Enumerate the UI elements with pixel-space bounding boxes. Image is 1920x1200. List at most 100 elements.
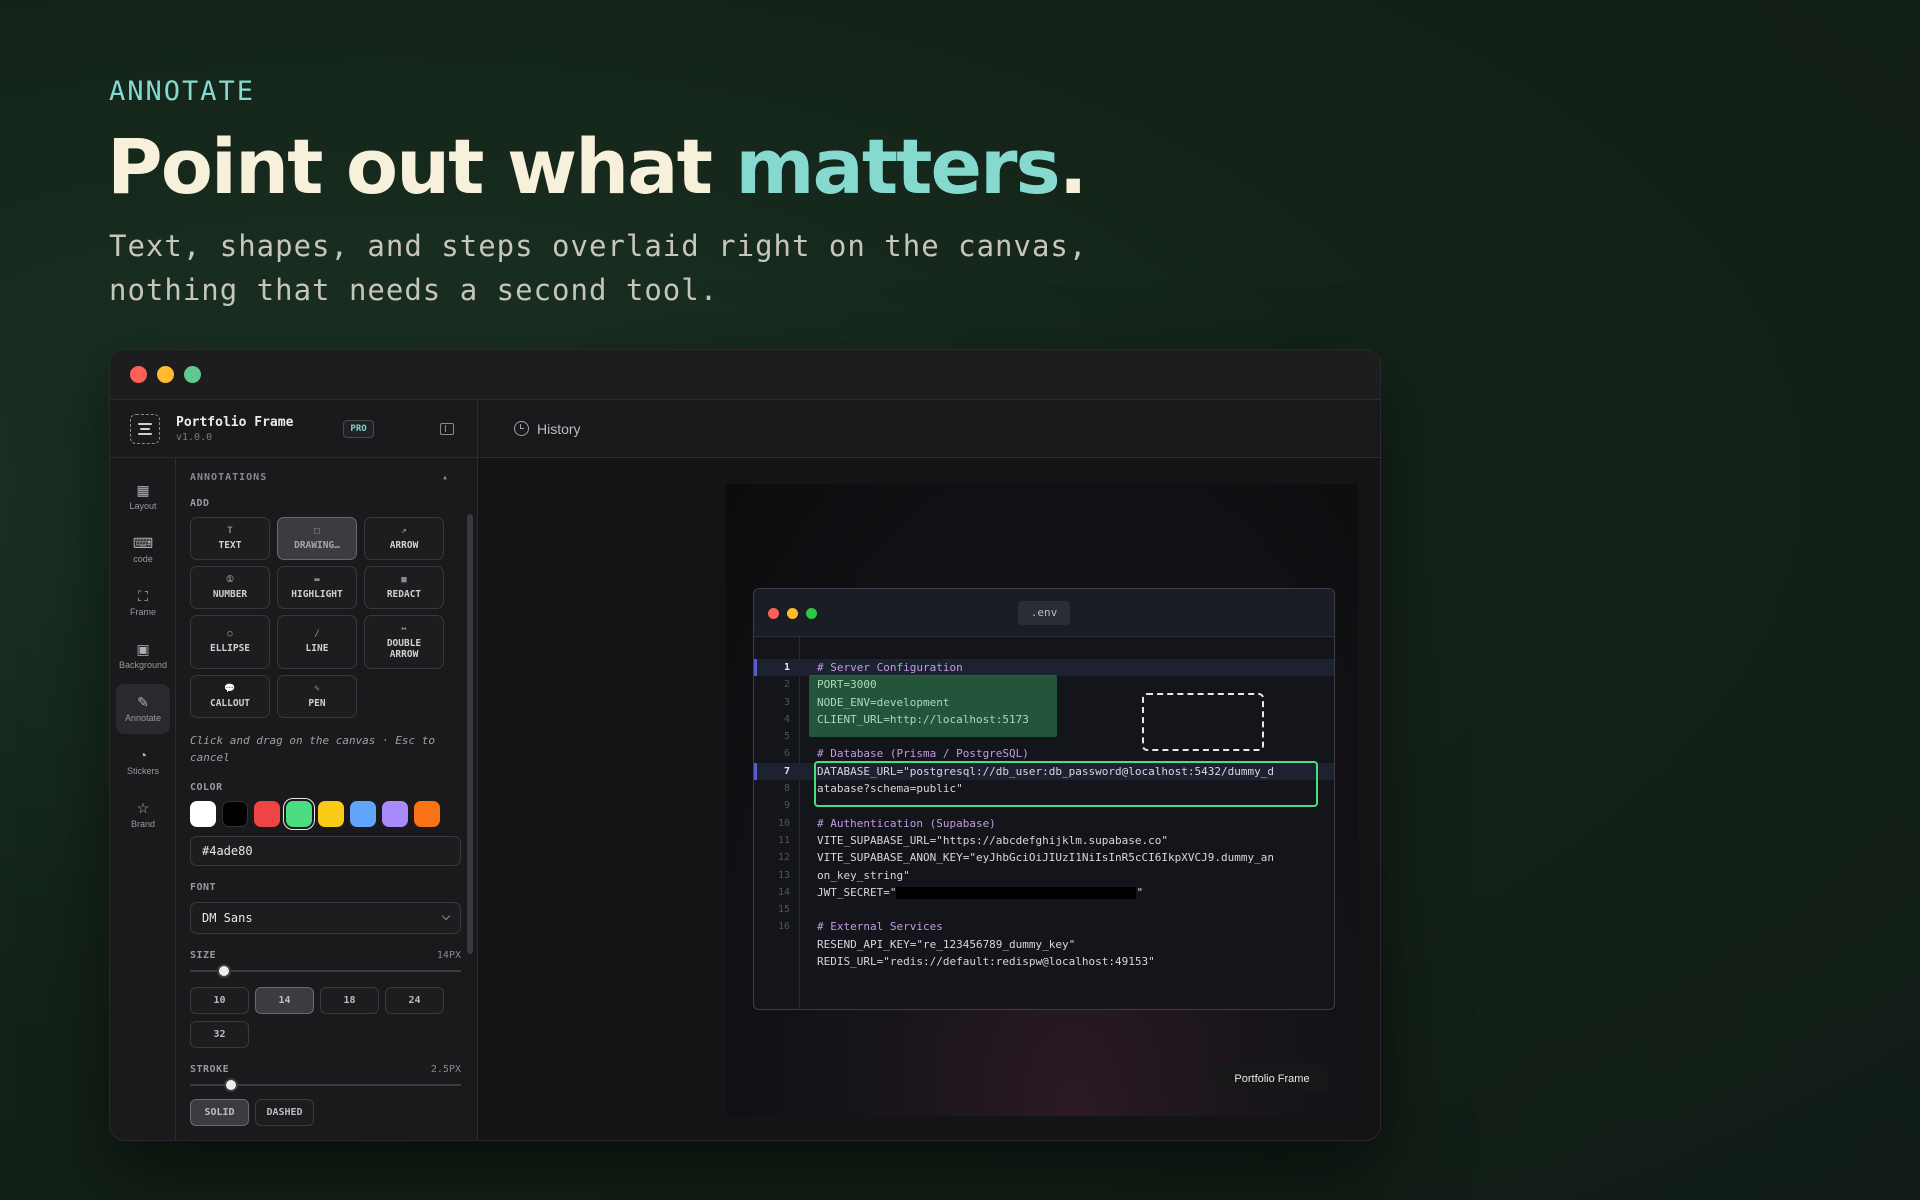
close-window-button[interactable] (130, 366, 147, 383)
size-option-10[interactable]: 10 (190, 987, 249, 1014)
app-name: Portfolio Frame (176, 414, 294, 430)
size-option-32[interactable]: 32 (190, 1021, 249, 1048)
sidebar: Portfolio Frame v1.0.0 PRO ▦ Layout ⌨ code ⛶… (110, 400, 478, 1140)
stroke-dashed-option[interactable]: DASHED (255, 1099, 314, 1126)
code-text: REDIS_URL="redis://default:redispw@local… (817, 953, 1155, 970)
history-button[interactable]: History (537, 421, 581, 437)
annotations-section-header[interactable]: ANNOTATIONS ▴ (190, 472, 461, 483)
rail-item-frame[interactable]: ⛶ Frame (116, 578, 170, 628)
dashed-rectangle-annotation[interactable] (1142, 693, 1264, 751)
tool-label: LINE (305, 643, 329, 654)
hint-text: Click and drag on the canvas · Esc to ca… (190, 734, 436, 764)
size-slider-handle[interactable] (217, 964, 231, 978)
stroke-slider-handle[interactable] (224, 1078, 238, 1092)
file-name-tab: .env (1018, 601, 1070, 625)
rail-item-layout[interactable]: ▦ Layout (116, 472, 170, 522)
tool-highlight[interactable]: ▬ HIGHLIGHT (277, 566, 357, 609)
line-number: 10 (777, 817, 790, 829)
color-swatch[interactable] (286, 801, 312, 827)
color-swatch[interactable] (414, 801, 440, 827)
canvas[interactable]: .env 1 # Server Configuration 2 PORT=3000 3 N… (726, 484, 1358, 1116)
rail-item-annotate[interactable]: ✎ Annotate (116, 684, 170, 734)
size-option-24[interactable]: 24 (385, 987, 444, 1014)
stroke-slider[interactable] (190, 1077, 461, 1093)
rectangle-annotation[interactable] (814, 761, 1318, 807)
tool-label: TEXT (218, 539, 242, 551)
rail-item-brand[interactable]: ☆ Brand (116, 790, 170, 840)
tool-pen[interactable]: ✎ PEN (277, 675, 357, 718)
tool-redact[interactable]: ■ REDACT (364, 566, 444, 609)
code-text-content: # Database (Prisma / PostgreSQL) (817, 747, 1029, 761)
color-swatch[interactable] (382, 801, 408, 827)
tool-grid: T TEXT □ DRAWING… ↗ ARROW ① NUMBER ▬ HIGHLIGHT ■ RE… (190, 517, 461, 718)
rail-item-code[interactable]: ⌨ code (116, 525, 170, 575)
tool-double-arrow[interactable]: ↔ DOUBLE ARROW (364, 615, 444, 669)
code-text-content: # Server Configuration (817, 661, 963, 674)
tool-line[interactable]: / LINE (277, 615, 357, 669)
stroke-solid-option[interactable]: SOLID (190, 1099, 249, 1126)
code-text-content: on_key_string" (817, 868, 910, 882)
tool-label: DOUBLE ARROW (386, 637, 422, 660)
code-text: # Authentication (Supabase) (817, 815, 996, 832)
code-text: VITE_SUPABASE_URL="https://abcdefghijklm… (817, 832, 1168, 849)
tool-icon: ■ (401, 574, 407, 585)
code-text: JWT_SECRET=" " (817, 884, 1143, 901)
rail-item-background[interactable]: ▣ Background (116, 631, 170, 681)
zoom-window-button[interactable] (184, 366, 201, 383)
color-label: COLOR (190, 782, 223, 793)
color-swatch[interactable] (254, 801, 280, 827)
line-number: 1 (783, 662, 790, 673)
chevron-down-icon (441, 911, 451, 921)
chevron-up-icon[interactable]: ▴ (442, 472, 449, 483)
tool-drawing[interactable]: □ DRAWING… (277, 517, 357, 560)
code-line: 14 JWT_SECRET=" " (754, 884, 1334, 901)
headline-main: Point out what (107, 122, 736, 211)
highlight-annotation[interactable] (809, 675, 1057, 737)
tool-arrow[interactable]: ↗ ARROW (364, 517, 444, 560)
history-icon[interactable] (514, 421, 529, 436)
line-number: 7 (783, 765, 790, 777)
layout-icon: ▦ (136, 482, 150, 498)
sidebar-collapse-icon[interactable] (439, 422, 454, 435)
code-window: .env 1 # Server Configuration 2 PORT=3000 3 N… (753, 588, 1335, 1010)
size-option-14[interactable]: 14 (255, 987, 314, 1014)
tool-number[interactable]: ① NUMBER (190, 566, 270, 609)
code-line: REDIS_URL="redis://default:redispw@local… (754, 953, 1334, 970)
code-text: VITE_SUPABASE_ANON_KEY="eyJhbGciOiJIUzI1… (817, 849, 1274, 866)
redaction-block[interactable] (896, 886, 1137, 899)
app-window: Portfolio Frame v1.0.0 PRO ▦ Layout ⌨ code ⛶… (109, 349, 1381, 1141)
line-number: 5 (783, 731, 790, 743)
tool-label: PEN (308, 697, 326, 709)
pencil-icon: ✎ (137, 694, 149, 710)
tool-text[interactable]: T TEXT (190, 517, 270, 560)
rail-item-stickers[interactable]: ◔ Stickers (116, 737, 170, 787)
code-line: 16 # External Services (754, 918, 1334, 935)
headline: Point out what matters. (107, 122, 1088, 211)
brand-text: Portfolio Frame v1.0.0 (176, 415, 293, 443)
tool-icon: T (227, 525, 233, 536)
workspace-toolbar: History (478, 400, 1380, 458)
color-hex-input[interactable]: #4ade80 (190, 836, 461, 866)
color-swatch[interactable] (222, 801, 248, 827)
color-swatch[interactable] (318, 801, 344, 827)
line-number: 9 (783, 800, 790, 812)
tool-callout[interactable]: 💬 CALLOUT (190, 675, 270, 718)
watermark-badge: Portfolio Frame (1216, 1064, 1328, 1094)
font-select[interactable]: DM Sans (190, 902, 461, 934)
code-minimize-dot (787, 608, 798, 619)
size-option-18[interactable]: 18 (320, 987, 379, 1014)
panel-scrollbar[interactable] (467, 514, 473, 954)
code-text-after: " (1136, 885, 1144, 899)
color-swatch[interactable] (350, 801, 376, 827)
line-number: 15 (777, 904, 790, 916)
code-window-titlebar: .env (754, 589, 1334, 637)
tool-ellipse[interactable]: ○ ELLIPSE (190, 615, 270, 669)
code-text-content: REDIS_URL="redis://default:redispw@local… (817, 955, 1155, 969)
minimize-window-button[interactable] (157, 366, 174, 383)
code-line: 12 VITE_SUPABASE_ANON_KEY="eyJhbGciOiJIUz… (754, 849, 1334, 866)
tool-icon: ○ (227, 629, 233, 639)
frame-logo-icon (130, 413, 160, 444)
color-swatch[interactable] (190, 801, 216, 827)
line-number: 2 (783, 679, 790, 691)
size-slider[interactable] (190, 963, 461, 979)
